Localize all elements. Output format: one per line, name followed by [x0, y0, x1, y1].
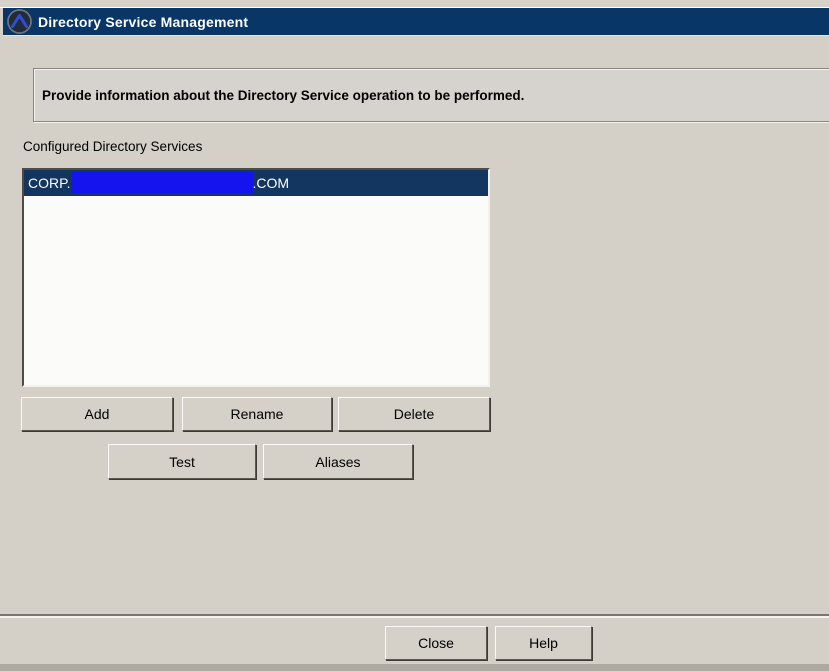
instruction-text: Provide information about the Directory … [34, 88, 524, 103]
close-button[interactable]: Close [385, 626, 487, 660]
test-button[interactable]: Test [108, 444, 256, 479]
redacted-text-overlay [72, 172, 253, 193]
window-titlebar[interactable]: Directory Service Management [3, 8, 829, 36]
desktop-background-edge [0, 664, 829, 671]
help-button[interactable]: Help [495, 626, 592, 660]
background-window-edge [0, 0, 829, 8]
instruction-panel: Provide information about the Directory … [33, 68, 829, 122]
list-item[interactable]: CORP. .COM [24, 170, 488, 196]
add-button[interactable]: Add [21, 397, 173, 431]
list-item-text-prefix: CORP. [28, 175, 71, 191]
footer-separator [0, 614, 829, 618]
aliases-button[interactable]: Aliases [263, 444, 413, 479]
directory-services-listbox[interactable]: CORP. .COM [22, 168, 490, 387]
window-title: Directory Service Management [38, 14, 248, 30]
configured-services-label: Configured Directory Services [23, 139, 202, 154]
rename-button[interactable]: Rename [182, 397, 332, 431]
delete-button[interactable]: Delete [338, 397, 490, 431]
app-logo-icon [7, 9, 32, 34]
list-item-text-suffix: .COM [253, 175, 290, 191]
